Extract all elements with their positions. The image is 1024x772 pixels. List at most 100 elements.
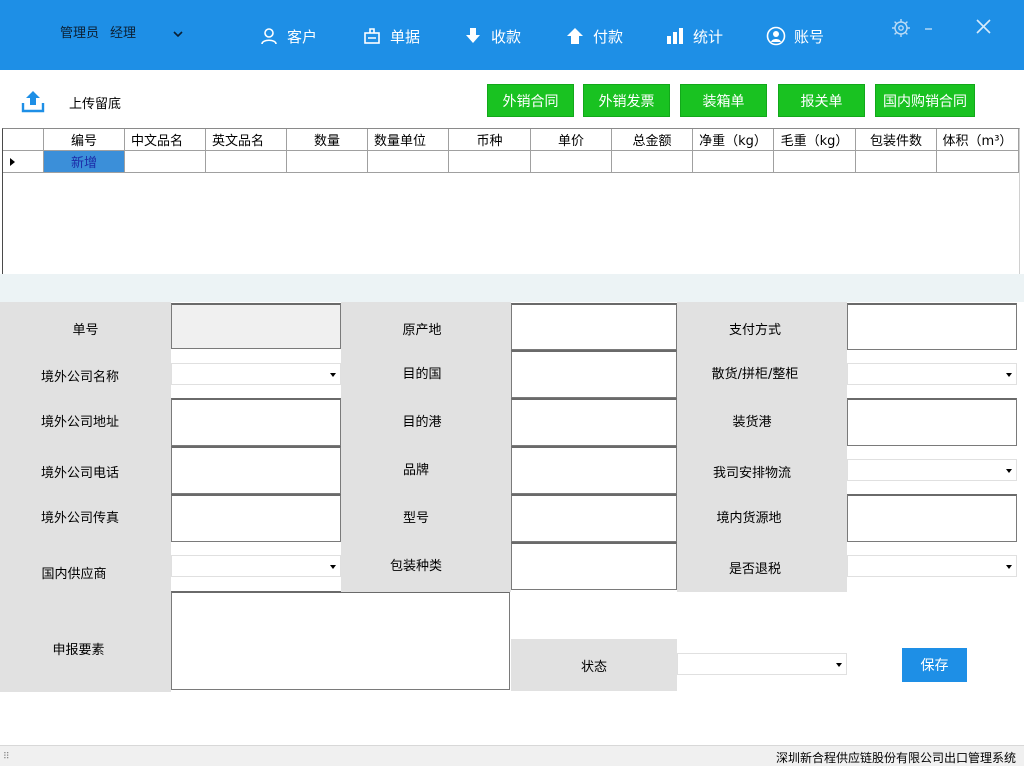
overseas-address-field[interactable] [171,398,341,446]
domestic-supplier-label: 国内供应商 [41,566,107,582]
payment-method-field[interactable] [847,303,1017,350]
table-cell[interactable] [856,151,937,173]
container-type-label: 散货/拼柜/整柜 [711,366,799,382]
nav-documents[interactable]: 单据 [362,22,420,50]
nav-account-label: 账号 [794,27,825,46]
upload-arrow-icon [567,28,583,44]
top-bar: 管理员 经理 客户 单据 收款 付款 统计 账号 [0,0,1024,70]
nav-payments[interactable]: 付款 [565,22,623,50]
tax-refund-select[interactable] [847,555,1017,577]
col-header[interactable]: 数量 [287,129,368,151]
nav-receipts[interactable]: 收款 [463,22,521,50]
loading-port-label: 装货港 [732,414,772,430]
declaration-elements-field[interactable] [171,591,510,690]
goods-grid[interactable]: 编号 中文品名 英文品名 数量 数量单位 币种 单价 总金额 净重（kg） 毛重… [2,128,1020,274]
bar-chart-icon [667,28,683,44]
table-cell[interactable]: 新增 [44,151,125,173]
col-header[interactable]: 体积（m³） [937,129,1019,151]
domestic-source-field[interactable] [847,494,1017,542]
col-header[interactable]: 总金额 [612,129,693,151]
account-circle-icon [766,26,786,46]
status-select[interactable] [677,653,847,675]
model-field[interactable] [511,494,677,542]
overseas-fax-field[interactable] [171,494,341,542]
separator-band [0,274,1024,302]
loading-port-field[interactable] [847,398,1017,446]
origin-label: 原产地 [402,322,442,338]
col-header[interactable]: 数量单位 [368,129,449,151]
brand-field[interactable] [511,446,677,494]
chevron-down-icon[interactable] [170,26,186,42]
col-header[interactable]: 英文品名 [206,129,287,151]
our-logistics-select[interactable] [847,459,1017,481]
bottom-strip [0,766,1024,772]
export-contract-button[interactable]: 外销合同 [487,84,574,117]
nav-payments-label: 付款 [593,27,624,46]
export-invoice-button[interactable]: 外销发票 [583,84,670,117]
resize-grip-icon[interactable]: ⠿ [3,752,10,762]
order-no-field[interactable] [171,303,341,349]
close-icon[interactable] [972,16,996,40]
overseas-fax-label: 境外公司传真 [40,510,119,526]
nav-statistics-label: 统计 [693,27,724,46]
table-cell[interactable] [125,151,206,173]
nav-account[interactable]: 账号 [766,22,824,50]
col-header[interactable]: 编号 [44,129,125,151]
download-arrow-icon [466,28,480,43]
table-cell[interactable] [937,151,1019,173]
right-label-column [677,302,847,592]
minimize-icon[interactable] [918,16,942,40]
upload-label[interactable]: 上传留底 [69,93,121,112]
container-type-select[interactable] [847,363,1017,385]
our-logistics-label: 我司安排物流 [712,465,791,481]
col-header[interactable]: 中文品名 [125,129,206,151]
tax-refund-label: 是否退税 [728,561,781,577]
table-cell[interactable] [612,151,693,173]
document-stamp-icon [364,28,380,44]
table-cell[interactable] [449,151,531,173]
dest-port-field[interactable] [511,398,677,446]
origin-field[interactable] [511,303,677,350]
payment-method-label: 支付方式 [728,322,781,338]
gear-icon[interactable] [889,16,913,40]
row-pointer-icon [3,151,44,173]
package-type-field[interactable] [511,542,677,590]
table-cell[interactable] [531,151,612,173]
model-label: 型号 [402,510,429,526]
user-role: 管理员 [60,26,100,41]
upload-icon[interactable] [20,88,46,114]
table-cell[interactable] [287,151,368,173]
nav-documents-label: 单据 [390,27,421,46]
customs-declaration-button[interactable]: 报关单 [778,84,865,117]
overseas-name-select[interactable] [171,363,341,385]
domestic-source-label: 境内货源地 [716,510,782,526]
order-no-label: 单号 [72,322,99,338]
packing-list-button[interactable]: 装箱单 [680,84,767,117]
col-header[interactable]: 毛重（kg） [774,129,856,151]
nav-statistics[interactable]: 统计 [665,22,723,50]
dest-port-label: 目的港 [402,414,442,430]
dest-country-field[interactable] [511,350,677,398]
domestic-contract-button[interactable]: 国内购销合同 [875,84,975,117]
status-bar: ⠿ 深圳新合程供应链股份有限公司出口管理系统 [0,745,1024,766]
overseas-name-label: 境外公司名称 [40,369,119,385]
nav-customer[interactable]: 客户 [259,22,317,50]
domestic-supplier-select[interactable] [171,555,341,577]
table-cell[interactable] [368,151,449,173]
col-header[interactable]: 净重（kg） [693,129,774,151]
brand-label: 品牌 [402,462,429,478]
grid-corner [3,129,44,151]
save-button[interactable]: 保存 [902,648,967,682]
table-cell[interactable] [774,151,856,173]
overseas-phone-label: 境外公司电话 [40,465,119,481]
col-header[interactable]: 单价 [531,129,612,151]
person-icon [261,28,277,45]
user-name: 经理 [110,26,137,41]
col-header[interactable]: 包装件数 [856,129,937,151]
table-cell[interactable] [206,151,287,173]
overseas-phone-field[interactable] [171,446,341,494]
table-cell[interactable] [693,151,774,173]
status-text: 深圳新合程供应链股份有限公司出口管理系统 [775,751,1016,765]
nav-customer-label: 客户 [287,27,318,46]
col-header[interactable]: 币种 [449,129,531,151]
